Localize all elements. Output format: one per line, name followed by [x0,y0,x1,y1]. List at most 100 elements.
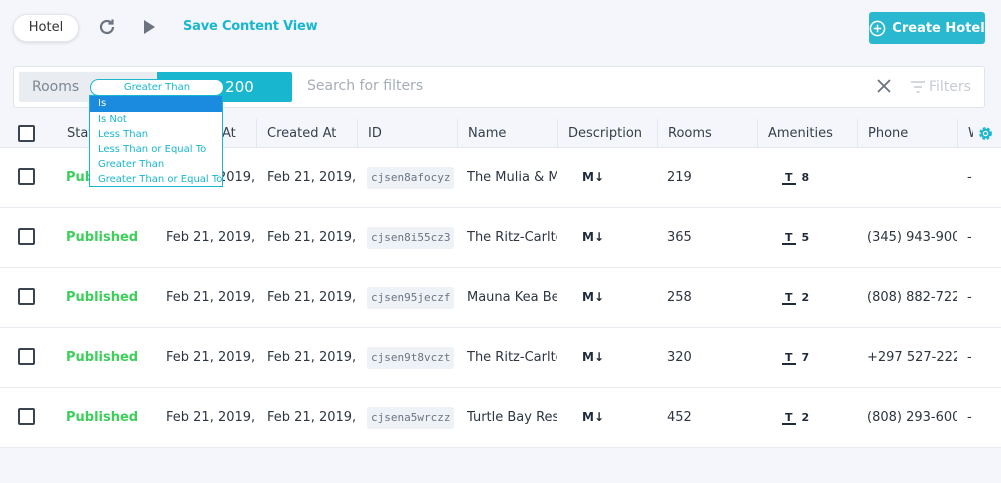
model-selector[interactable]: Hotel [13,14,79,42]
markdown-icon: M↓ [582,350,604,364]
column-amenities[interactable]: Amenities [757,119,857,148]
table-row[interactable]: Published Feb 21, 2019, 1 Feb 21, 2019, 1 c… [0,268,1001,328]
column-description[interactable]: Description [557,119,657,148]
amenities-count: 5 [801,231,810,244]
cell-amenities: T7 [772,328,857,387]
cell-phone: (345) 943-900 [867,230,957,245]
filters-label: Filters [929,79,971,95]
cell-updated-at: Feb 21, 2019, 1 [166,230,256,245]
close-icon[interactable] [876,78,892,94]
plus-circle-icon [869,20,886,36]
text-type-icon: T [782,352,796,365]
row-checkbox[interactable] [18,288,35,305]
cell-id: cjsena5wrczz [357,388,457,447]
id-chip: cjsen8afocyz [367,166,455,189]
row-checkbox[interactable] [18,408,35,425]
column-created-at[interactable]: Created At [256,119,357,148]
row-checkbox[interactable] [18,228,35,245]
column-phone[interactable]: Phone [857,119,957,148]
cell-name: The Ritz-Carlto [467,350,557,365]
column-name[interactable]: Name [457,119,557,148]
cell-id: cjsen95jeczf [357,268,457,327]
cell-updated-at: Feb 21, 2019, 1 [166,350,256,365]
id-chip: cjsena5wrczz [367,406,455,429]
id-chip: cjsen8i55cz3 [367,226,455,249]
operator-option-is[interactable]: Is [90,96,222,112]
create-hotel-label: Create Hotel [892,20,985,36]
cell-id: cjsen8i55cz3 [357,208,457,267]
operator-option-greater-than[interactable]: Greater Than [90,157,222,172]
cell-created-at: Feb 21, 2019, 1 [267,350,357,365]
cell-rooms: 320 [667,350,692,365]
cell-status: Published [66,230,139,245]
cell-created-at: Feb 21, 2019, 1 [267,170,357,185]
toolbar: Hotel Save Content View Create Hotel [0,0,1001,56]
cell-created-at: Feb 21, 2019, 1 [267,410,357,425]
amenities-count: 2 [801,411,810,424]
amenities-count: 7 [801,351,810,364]
text-type-icon: T [782,232,796,245]
save-content-view-link[interactable]: Save Content View [183,19,318,34]
cell-website: - [967,410,972,425]
filters-button[interactable]: Filters [910,79,971,95]
cell-name: Mauna Kea Be [467,290,557,305]
amenities-count: 8 [801,171,810,184]
cell-website: - [967,230,972,245]
text-type-icon: T [782,292,796,305]
table-row[interactable]: Published Feb 21, 2019, 1 Feb 21, 2019, 1 c… [0,208,1001,268]
cell-website: - [967,290,972,305]
amenities-count: 2 [801,291,810,304]
markdown-icon: M↓ [582,230,604,244]
play-icon[interactable] [138,16,160,38]
cell-amenities: T8 [772,148,857,207]
cell-status: Published [66,290,139,305]
cell-updated-at: Feb 21, 2019, 1 [166,290,256,305]
text-type-icon: T [782,412,796,425]
cell-rooms: 219 [667,170,692,185]
cell-phone: (808) 882-722 [867,290,957,305]
create-hotel-button[interactable]: Create Hotel [869,12,985,44]
markdown-icon: M↓ [582,410,604,424]
markdown-icon: M↓ [582,290,604,304]
cell-id: cjsen8afocyz [357,148,457,207]
cell-website: - [967,350,972,365]
gear-icon[interactable] [977,125,994,142]
cell-rooms: 258 [667,290,692,305]
table-row[interactable]: Published Feb 21, 2019, 1 Feb 21, 2019, 1 c… [0,328,1001,388]
column-rooms[interactable]: Rooms [657,119,757,148]
cell-rooms: 452 [667,410,692,425]
cell-created-at: Feb 21, 2019, 1 [267,290,357,305]
cell-status: Published [66,350,139,365]
row-checkbox[interactable] [18,348,35,365]
cell-phone: (808) 293-600 [867,410,957,425]
id-chip: cjsen95jeczf [367,286,455,309]
cell-id: cjsen9t8vczt [357,328,457,387]
cell-name: Turtle Bay Rese [467,410,557,425]
text-type-icon: T [782,172,796,185]
cell-updated-at: Feb 21, 2019, 1 [166,410,256,425]
select-all-checkbox[interactable] [18,125,35,142]
column-id[interactable]: ID [357,119,457,148]
filter-operator-select[interactable]: Greater Than [90,79,224,96]
refresh-icon[interactable] [96,16,118,38]
cell-name: The Mulia & M [467,170,557,185]
cell-amenities: T5 [772,208,857,267]
operator-option-less-than-or-equal[interactable]: Less Than or Equal To [90,142,222,157]
operator-option-is-not[interactable]: Is Not [90,112,222,127]
cell-status: Published [66,410,139,425]
id-chip: cjsen9t8vczt [367,346,455,369]
cell-amenities: T2 [772,388,857,447]
row-checkbox[interactable] [18,168,35,185]
cell-phone [857,148,957,207]
operator-option-less-than[interactable]: Less Than [90,127,222,142]
filter-search-input[interactable]: Search for filters [307,78,423,94]
cell-amenities: T2 [772,268,857,327]
filter-icon [911,81,925,93]
operator-dropdown: Is Is Not Less Than Less Than or Equal T… [89,95,223,187]
column-website[interactable]: W [957,119,973,148]
markdown-icon: M↓ [582,170,604,184]
table-row[interactable]: Published Feb 21, 2019, 1 Feb 21, 2019, 1 c… [0,388,1001,448]
cell-name: The Ritz-Carlto [467,230,557,245]
operator-option-greater-than-or-equal[interactable]: Greater Than or Equal To [90,172,222,187]
cell-rooms: 365 [667,230,692,245]
